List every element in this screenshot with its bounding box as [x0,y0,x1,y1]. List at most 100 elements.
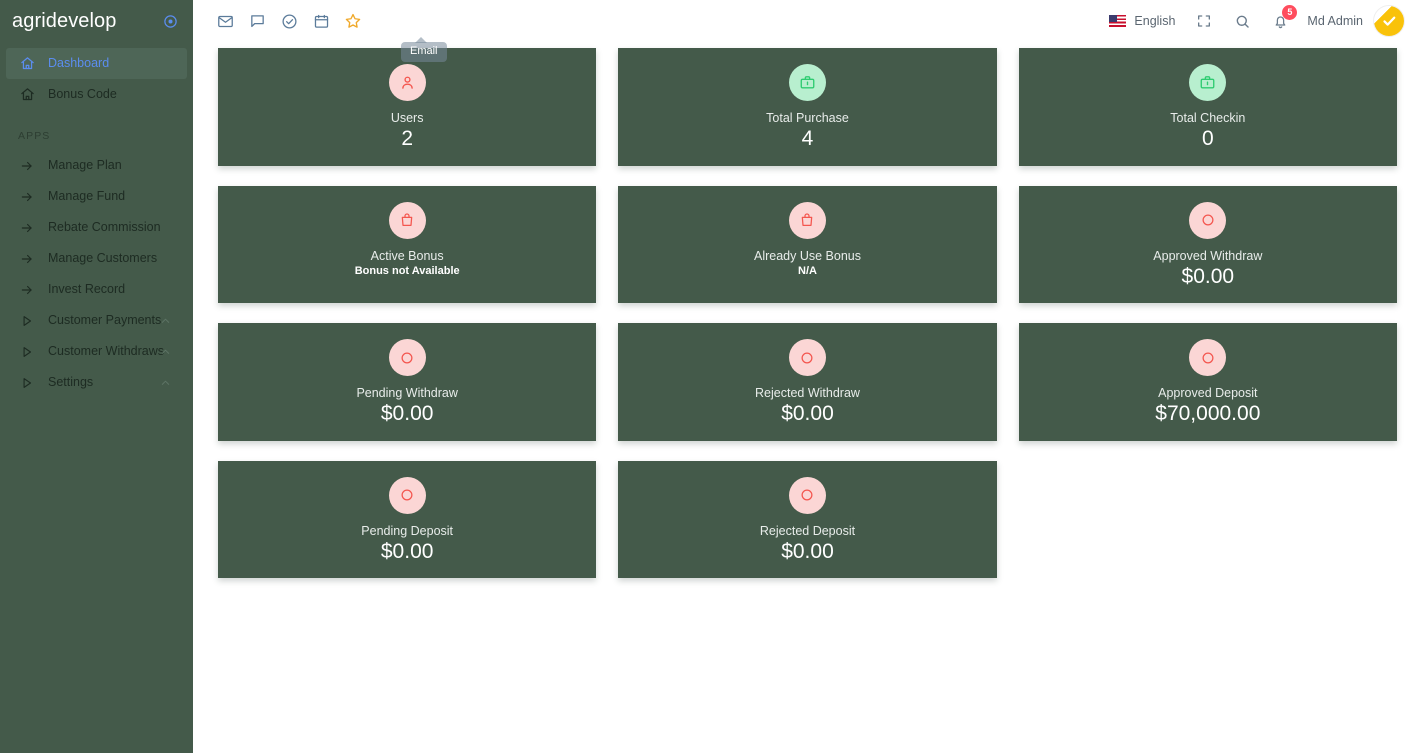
sidebar-item-label: Manage Plan [48,158,122,173]
user-icon [388,64,426,101]
avatar[interactable] [1373,5,1405,37]
topbar-quick-icons [215,11,363,31]
stat-card-label: Already Use Bonus [753,248,861,263]
sidebar-item-customer-withdraws[interactable]: Customer Withdraws [6,336,187,367]
stat-card-value: $0.00 [380,539,434,563]
chevron-up-icon [160,377,171,388]
sidebar-nav: Dashboard Bonus Code APPS Manage Plan Ma… [0,48,193,398]
briefcase-icon [1189,64,1227,101]
arrow-right-icon [18,281,36,299]
brand-title: agridevelop [12,10,117,32]
sidebar-item-manage-fund[interactable]: Manage Fund [6,181,187,212]
user-name[interactable]: Md Admin [1307,15,1363,28]
sidebar-item-manage-customers[interactable]: Manage Customers [6,243,187,274]
stat-card-value: $70,000.00 [1155,402,1261,426]
stat-card-active-bonus[interactable]: Active Bonus Bonus not Available [218,185,597,304]
fullscreen-icon[interactable] [1193,10,1215,32]
stat-card-value: $0.00 [781,539,834,563]
play-triangle-icon [18,312,36,330]
chevron-up-icon [160,315,171,326]
sidebar-item-bonus-code[interactable]: Bonus Code [6,79,187,110]
us-flag-icon [1109,15,1127,27]
stat-card-rejected-deposit[interactable]: Rejected Deposit $0.00 [618,460,997,579]
briefcase-icon [788,64,826,101]
stat-card-users[interactable]: Users 2 [218,48,597,166]
stat-card-pending-deposit[interactable]: Pending Deposit $0.00 [218,460,597,579]
chat-icon[interactable] [247,11,267,31]
stat-card-pending-withdraw[interactable]: Pending Withdraw $0.00 [218,323,597,441]
stat-card-total-purchase[interactable]: Total Purchase 4 [618,48,997,166]
arrow-right-icon [18,188,36,206]
mail-icon[interactable] [215,11,235,31]
stat-card-label: Total Purchase [766,111,849,125]
target-circle-icon[interactable] [162,13,179,30]
sidebar-item-manage-plan[interactable]: Manage Plan [6,150,187,181]
arrow-right-icon [18,250,36,268]
stat-card-grid: Users 2 Total Purchase 4 Total Checkin 0… [218,48,1397,579]
circle-icon [788,476,826,514]
sidebar-item-label: Dashboard [48,56,110,71]
search-icon[interactable] [1231,10,1253,32]
play-triangle-icon [18,374,36,392]
dashboard-content: Users 2 Total Purchase 4 Total Checkin 0… [193,42,1419,753]
sidebar: agridevelop Dashboard Bonus Code APPS Ma… [0,0,193,753]
stat-card-label: Total Checkin [1170,111,1246,125]
stat-card-label: Rejected Deposit [759,523,856,538]
stat-card-label: Approved Deposit [1158,386,1258,401]
sidebar-item-customer-payments[interactable]: Customer Payments [6,305,187,336]
star-icon[interactable] [343,11,363,31]
stat-card-label: Approved Withdraw [1153,248,1263,263]
sidebar-item-settings[interactable]: Settings [6,367,187,398]
sidebar-item-invest-record[interactable]: Invest Record [6,274,187,305]
stat-card-subtext: N/A [798,264,817,277]
home-icon [18,86,36,104]
sidebar-item-label: Settings [48,375,94,390]
arrow-right-icon [18,219,36,237]
topbar: English 5 Md Admin [193,0,1419,42]
sidebar-item-label: Manage Fund [48,189,126,204]
language-selector[interactable]: English [1134,15,1175,28]
sidebar-item-label: Invest Record [48,282,126,297]
app-root: agridevelop Dashboard Bonus Code APPS Ma… [0,0,1419,753]
stat-card-value: 4 [801,127,814,151]
check-avatar-icon [1374,6,1404,36]
arrow-right-icon [18,157,36,175]
stat-card-label: Pending Withdraw [356,386,458,401]
sidebar-item-label: Bonus Code [48,87,117,102]
sidebar-item-rebate-commission[interactable]: Rebate Commission [6,212,187,243]
check-circle-icon[interactable] [279,11,299,31]
stat-card-label: Pending Deposit [361,523,454,538]
stat-card-value: 0 [1201,127,1214,151]
circle-icon [788,339,826,377]
stat-card-approved-withdraw[interactable]: Approved Withdraw $0.00 [1018,185,1397,304]
chevron-up-icon [160,346,171,357]
sidebar-item-label: Customer Withdraws [48,344,164,359]
stat-card-rejected-withdraw[interactable]: Rejected Withdraw $0.00 [618,323,997,441]
notification-badge: 5 [1282,5,1298,20]
circle-icon [1189,339,1227,377]
circle-icon [1189,201,1227,239]
sidebar-section-apps: APPS [18,130,51,142]
stat-card-subtext: Bonus not Available [354,264,460,277]
stat-card-label: Active Bonus [370,248,444,263]
stat-card-label: Rejected Withdraw [755,386,860,401]
stat-card-label: Users [390,111,424,125]
circle-icon [388,476,426,514]
play-triangle-icon [18,343,36,361]
sidebar-item-label: Rebate Commission [48,220,161,235]
sidebar-item-label: Customer Payments [48,313,162,328]
sidebar-item-dashboard[interactable]: Dashboard [6,48,187,79]
calendar-icon[interactable] [311,11,331,31]
bag-icon [388,201,426,239]
stat-card-value: $0.00 [1181,264,1235,288]
home-icon [18,55,36,73]
stat-card-already-use-bonus[interactable]: Already Use Bonus N/A [618,185,997,304]
topbar-right: English 5 Md Admin [1109,5,1405,37]
stat-card-value: $0.00 [380,402,434,426]
stat-card-total-checkin[interactable]: Total Checkin 0 [1018,48,1397,166]
bell-icon[interactable]: 5 [1269,5,1298,32]
main-area: English 5 Md Admin Email Users 2 Total P… [193,0,1419,753]
stat-card-value: 2 [401,127,413,151]
bag-icon [788,201,826,239]
stat-card-approved-deposit[interactable]: Approved Deposit $70,000.00 [1018,323,1397,441]
